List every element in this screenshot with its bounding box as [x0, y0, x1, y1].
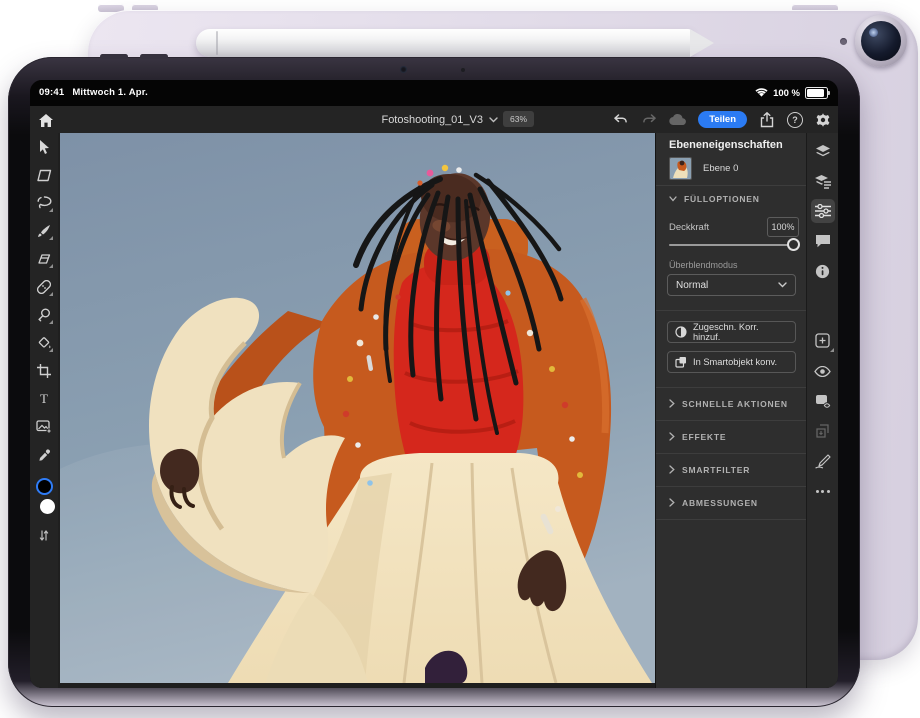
add-layer-icon[interactable]: [811, 329, 835, 353]
layer-preview-icon[interactable]: [811, 389, 835, 413]
cloud-sync-icon[interactable]: [669, 111, 687, 129]
photoshop-app-screen: 09:41 Mittwoch 1. Apr. 100 % Fotoshooting…: [30, 80, 838, 688]
foreground-color-chip[interactable]: [36, 478, 53, 495]
clean-tools-icon[interactable]: [811, 449, 835, 473]
rear-camera-glint: [869, 28, 878, 37]
help-icon[interactable]: ?: [787, 112, 803, 128]
wifi-icon: [755, 88, 768, 98]
status-date: Mittwoch 1. Apr.: [72, 87, 148, 98]
status-time: 09:41: [39, 87, 64, 98]
front-sensor: [461, 68, 465, 72]
convert-smart-object-button[interactable]: In Smartobjekt konv.: [667, 351, 796, 373]
canvas-area[interactable]: [58, 133, 655, 688]
battery-percent-text: 100 %: [773, 88, 800, 99]
tool-rail: T: [30, 133, 58, 688]
eraser-tool-icon[interactable]: [35, 250, 53, 268]
zoom-level-badge[interactable]: 63%: [503, 111, 534, 127]
layers-icon[interactable]: [811, 139, 835, 163]
adjustment-layers-icon[interactable]: [811, 169, 835, 193]
place-image-tool-icon[interactable]: [35, 418, 53, 436]
layer-properties-panel: Ebeneneigenschaften Ebene 0 FÜLLOPTIONEN…: [655, 133, 806, 688]
settings-gear-icon[interactable]: [814, 111, 832, 129]
app-toolbar: Fotoshooting_01_V3 63% Teilen ?: [30, 106, 838, 134]
eyedropper-tool-icon[interactable]: [35, 446, 53, 464]
redo-icon[interactable]: [640, 111, 658, 129]
add-clipped-adjustment-button[interactable]: Zugeschn. Korr. hinzuf.: [667, 321, 796, 343]
apple-pencil-seam: [216, 31, 218, 55]
move-tool-icon[interactable]: [35, 138, 53, 156]
swap-colors-icon[interactable]: [35, 526, 53, 544]
front-camera: [400, 66, 407, 73]
section-dimensions[interactable]: ABMESSUNGEN: [656, 486, 807, 519]
info-icon[interactable]: [811, 259, 835, 283]
comments-icon[interactable]: [811, 229, 835, 253]
panel-title: Ebeneneigenschaften: [669, 139, 783, 151]
front-volume-buttons: [100, 54, 128, 59]
opacity-label: Deckkraft: [669, 222, 709, 233]
opacity-slider-knob[interactable]: [787, 238, 800, 251]
document-title: Fotoshooting_01_V3: [381, 114, 483, 126]
layer-properties-icon[interactable]: [811, 199, 835, 223]
blend-mode-value: Normal: [676, 280, 708, 291]
crop-tool-icon[interactable]: [35, 362, 53, 380]
fill-options-section-header[interactable]: FÜLLOPTIONEN: [669, 194, 760, 204]
fill-tool-icon[interactable]: [35, 334, 53, 352]
export-to-icon[interactable]: [811, 419, 835, 443]
blend-mode-label: Überblendmodus: [669, 260, 738, 270]
section-effects[interactable]: EFFEKTE: [656, 420, 807, 453]
type-tool-icon[interactable]: T: [35, 390, 53, 408]
layer-row[interactable]: Ebene 0: [669, 157, 738, 180]
brush-tool-icon[interactable]: [35, 222, 53, 240]
share-button[interactable]: Teilen: [698, 111, 747, 128]
visibility-eye-icon[interactable]: [811, 359, 835, 383]
layer-name: Ebene 0: [703, 163, 738, 174]
section-smart-filters[interactable]: SMARTFILTER: [656, 453, 807, 486]
more-options-icon[interactable]: [811, 479, 835, 503]
apple-pencil: [196, 29, 692, 57]
marketing-stage: 09:41 Mittwoch 1. Apr. 100 % Fotoshooting…: [0, 0, 920, 718]
healing-brush-tool-icon[interactable]: [35, 278, 53, 296]
rear-camera-lens: [861, 21, 901, 61]
rear-microphone: [840, 38, 847, 45]
panel-icon-rail: [806, 133, 838, 688]
battery-icon: [805, 87, 828, 99]
status-time-date: 09:41 Mittwoch 1. Apr.: [39, 87, 148, 98]
background-color-chip[interactable]: [40, 499, 55, 514]
front-volume-buttons-2: [140, 54, 168, 59]
status-bar: 09:41 Mittwoch 1. Apr. 100 %: [30, 80, 838, 106]
document-title-menu[interactable]: Fotoshooting_01_V3: [30, 106, 498, 133]
lasso-select-tool-icon[interactable]: [35, 194, 53, 212]
layer-thumbnail: [669, 157, 692, 180]
export-share-icon[interactable]: [758, 111, 776, 129]
clone-stamp-tool-icon[interactable]: [35, 306, 53, 324]
undo-icon[interactable]: [611, 111, 629, 129]
apple-pencil-tip: [690, 29, 714, 57]
transform-tool-icon[interactable]: [35, 166, 53, 184]
opacity-slider-track[interactable]: [669, 244, 794, 246]
opacity-value[interactable]: 100%: [767, 217, 799, 237]
blend-mode-dropdown[interactable]: Normal: [667, 274, 796, 296]
workspace: T: [30, 133, 838, 688]
section-quick-actions[interactable]: SCHNELLE AKTIONEN: [656, 387, 807, 420]
canvas-photo[interactable]: [60, 133, 655, 683]
